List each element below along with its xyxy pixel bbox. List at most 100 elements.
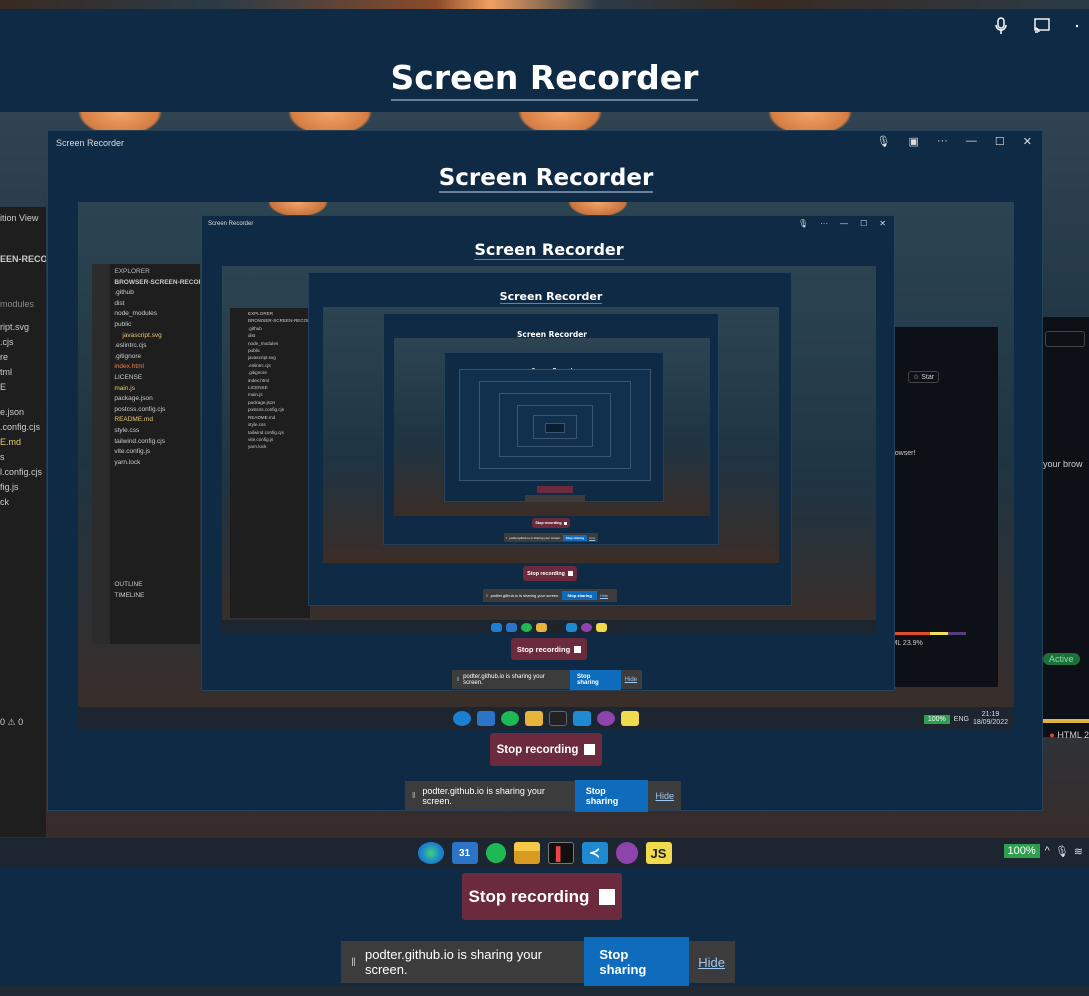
file-item[interactable]: package.json	[114, 394, 200, 405]
file-item[interactable]: yarn.lock	[248, 443, 310, 450]
file-item[interactable]: main.js	[114, 384, 200, 395]
microphone-icon[interactable]	[991, 14, 1011, 38]
file-item[interactable]: vite.config.js	[114, 447, 200, 458]
spotify-icon[interactable]	[501, 710, 519, 726]
github-icon[interactable]	[597, 710, 615, 726]
js-icon[interactable]: JS	[645, 842, 672, 864]
close-icon[interactable]: ✕	[879, 219, 886, 228]
file-item[interactable]: dist	[114, 299, 200, 310]
hide-link[interactable]: Hide	[625, 677, 637, 683]
stop-recording-button[interactable]: Stop recording	[462, 873, 622, 920]
cast-icon[interactable]: ▣	[909, 135, 919, 148]
file-item[interactable]: public	[248, 347, 310, 354]
hide-link[interactable]: Hide	[698, 955, 725, 970]
file-item[interactable]: node_modules	[114, 309, 200, 320]
file-item[interactable]: node_modules	[248, 340, 310, 347]
spotify-icon[interactable]	[521, 622, 532, 632]
file-item[interactable]: public	[114, 320, 200, 331]
file-item[interactable]: index.html	[114, 362, 200, 373]
github-icon[interactable]	[581, 622, 592, 632]
terminal-icon[interactable]	[549, 710, 567, 726]
stop-sharing-button[interactable]: Stop sharing	[562, 591, 597, 600]
file-item[interactable]: tailwind.config.cjs	[248, 429, 310, 436]
hide-link[interactable]: Hide	[589, 536, 595, 540]
calendar-icon[interactable]	[506, 622, 517, 632]
maximize-icon[interactable]: ☐	[995, 135, 1005, 148]
maximize-icon[interactable]: ☐	[860, 219, 867, 228]
file-item[interactable]: .gitignore	[114, 352, 200, 363]
files-icon[interactable]	[536, 622, 547, 632]
battery-indicator[interactable]: 100%	[1003, 844, 1040, 858]
file-item[interactable]: .github	[114, 288, 200, 299]
file-item[interactable]: LICENSE	[114, 373, 200, 384]
hide-link[interactable]: Hide	[600, 593, 608, 598]
file-item[interactable]: style.css	[248, 421, 310, 428]
hide-link[interactable]: Hide	[655, 791, 674, 801]
stop-recording-button[interactable]: Stop recording	[532, 518, 570, 528]
js-icon[interactable]	[596, 622, 607, 632]
file-item[interactable]: main.js	[248, 391, 310, 398]
file-item[interactable]: style.css	[114, 426, 200, 437]
edge-icon[interactable]	[417, 842, 444, 864]
battery-indicator[interactable]: 100%	[923, 714, 950, 724]
files-icon[interactable]	[525, 710, 543, 726]
file-item[interactable]: yarn.lock	[114, 458, 200, 469]
microphone-icon[interactable]: 🎙	[1055, 845, 1069, 858]
vscode-icon[interactable]	[566, 622, 577, 632]
file-item[interactable]: tailwind.config.cjs	[114, 437, 200, 448]
calendar-icon[interactable]: 31	[451, 842, 478, 864]
file-item[interactable]: .github	[248, 325, 310, 332]
star-button[interactable]: ☆ Star	[908, 371, 940, 383]
outline-label[interactable]: OUTLINE	[114, 580, 200, 591]
stop-sharing-button[interactable]: Stop sharing	[562, 534, 588, 541]
clock[interactable]: 21:19 18/09/2022	[973, 711, 1008, 727]
terminal-icon[interactable]	[551, 622, 562, 632]
file-item[interactable]: .eslintrc.cjs	[248, 362, 310, 369]
file-item[interactable]: postcss.config.cjs	[248, 406, 310, 413]
file-item[interactable]: .eslintrc.cjs	[114, 341, 200, 352]
more-icon[interactable]: ···	[820, 219, 828, 228]
file-item[interactable]: dist	[248, 332, 310, 339]
stop-recording-button[interactable]: Stop recording	[523, 566, 577, 581]
stop-sharing-button[interactable]: Stop sharing	[574, 779, 649, 812]
calendar-icon[interactable]	[477, 710, 495, 726]
stop-recording-button[interactable]: Stop recording	[511, 638, 587, 660]
file-item[interactable]: vite.config.js	[248, 436, 310, 443]
microphone-icon[interactable]: 🎙	[877, 135, 891, 148]
vscode-icon[interactable]: ≺	[581, 842, 608, 864]
github-icon[interactable]	[615, 842, 638, 864]
file-item[interactable]: index.html	[248, 377, 310, 384]
file-item[interactable]: javascript.svg	[114, 331, 200, 342]
timeline-label[interactable]: TIMELINE	[114, 591, 200, 602]
js-icon[interactable]	[621, 710, 639, 726]
more-icon[interactable]	[1075, 14, 1083, 38]
microphone-icon[interactable]: 🎙	[798, 219, 808, 228]
stop-recording-button[interactable]	[537, 486, 573, 493]
spotify-icon[interactable]	[485, 843, 506, 863]
file-item[interactable]: README.md	[114, 415, 200, 426]
stop-sharing-button[interactable]: Stop sharing	[584, 937, 690, 987]
file-item[interactable]: postcss.config.cjs	[114, 405, 200, 416]
close-icon[interactable]: ✕	[1023, 135, 1032, 148]
screen-preview: Screen Recorder Screen Recorder	[323, 307, 779, 563]
minimize-icon[interactable]: —	[966, 135, 977, 148]
cast-icon[interactable]	[1033, 14, 1053, 38]
file-item[interactable]: javascript.svg	[248, 354, 310, 361]
file-item[interactable]: package.json	[248, 399, 310, 406]
terminal-icon[interactable]: ▌	[547, 842, 574, 864]
edge-icon[interactable]	[453, 710, 471, 726]
stop-sharing-button[interactable]: Stop sharing	[570, 669, 621, 690]
vscode-icon[interactable]	[573, 710, 591, 726]
file-item[interactable]: .gitignore	[248, 369, 310, 376]
more-icon[interactable]: ···	[937, 135, 948, 148]
wifi-icon[interactable]: ≋	[1074, 845, 1083, 858]
chevron-up-icon[interactable]: ^	[1045, 845, 1050, 857]
stop-recording-button[interactable]: Stop recording	[490, 733, 602, 766]
language-indicator[interactable]: ENG	[954, 716, 969, 723]
github-text: your brow	[1043, 459, 1083, 469]
file-item[interactable]: README.md	[248, 414, 310, 421]
minimize-icon[interactable]: —	[840, 219, 848, 228]
edge-icon[interactable]	[491, 622, 502, 632]
file-item[interactable]: LICENSE	[248, 384, 310, 391]
files-icon[interactable]	[513, 842, 540, 864]
